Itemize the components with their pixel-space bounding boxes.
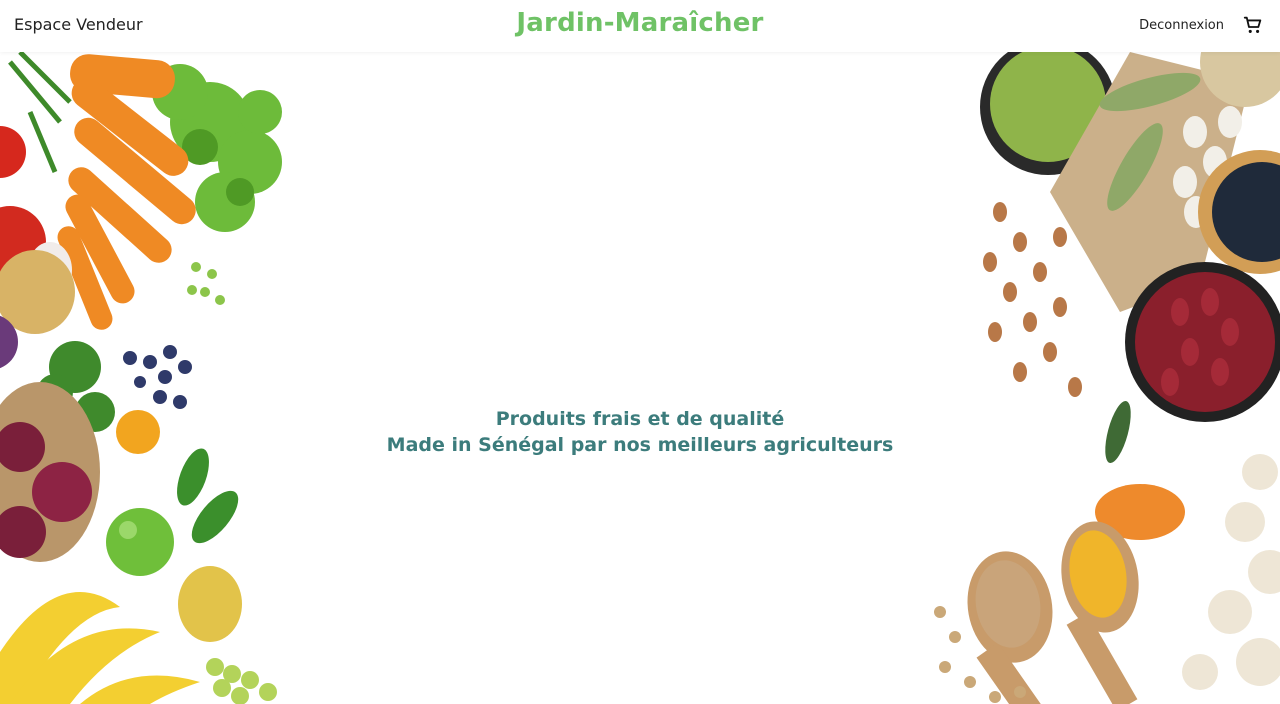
tagline-line-1: Produits frais et de qualité: [495, 408, 785, 430]
hero-section: Produits frais et de qualité Made in Sén…: [0, 52, 1280, 704]
logout-link[interactable]: Deconnexion: [1139, 18, 1224, 33]
top-navbar: Espace Vendeur Jardin-Maraîcher Deconnex…: [0, 0, 1280, 52]
tagline-line-2: Made in Sénégal par nos meilleurs agricu…: [386, 434, 894, 456]
site-brand[interactable]: Jardin-Maraîcher: [0, 8, 1280, 38]
shopping-cart-icon[interactable]: [1242, 14, 1264, 36]
vegetables-fruits-image: [0, 52, 282, 704]
nav-actions: Deconnexion: [1139, 14, 1264, 36]
legumes-image: [934, 52, 1280, 704]
hero-tagline: Produits frais et de qualité Made in Sén…: [0, 406, 1280, 458]
